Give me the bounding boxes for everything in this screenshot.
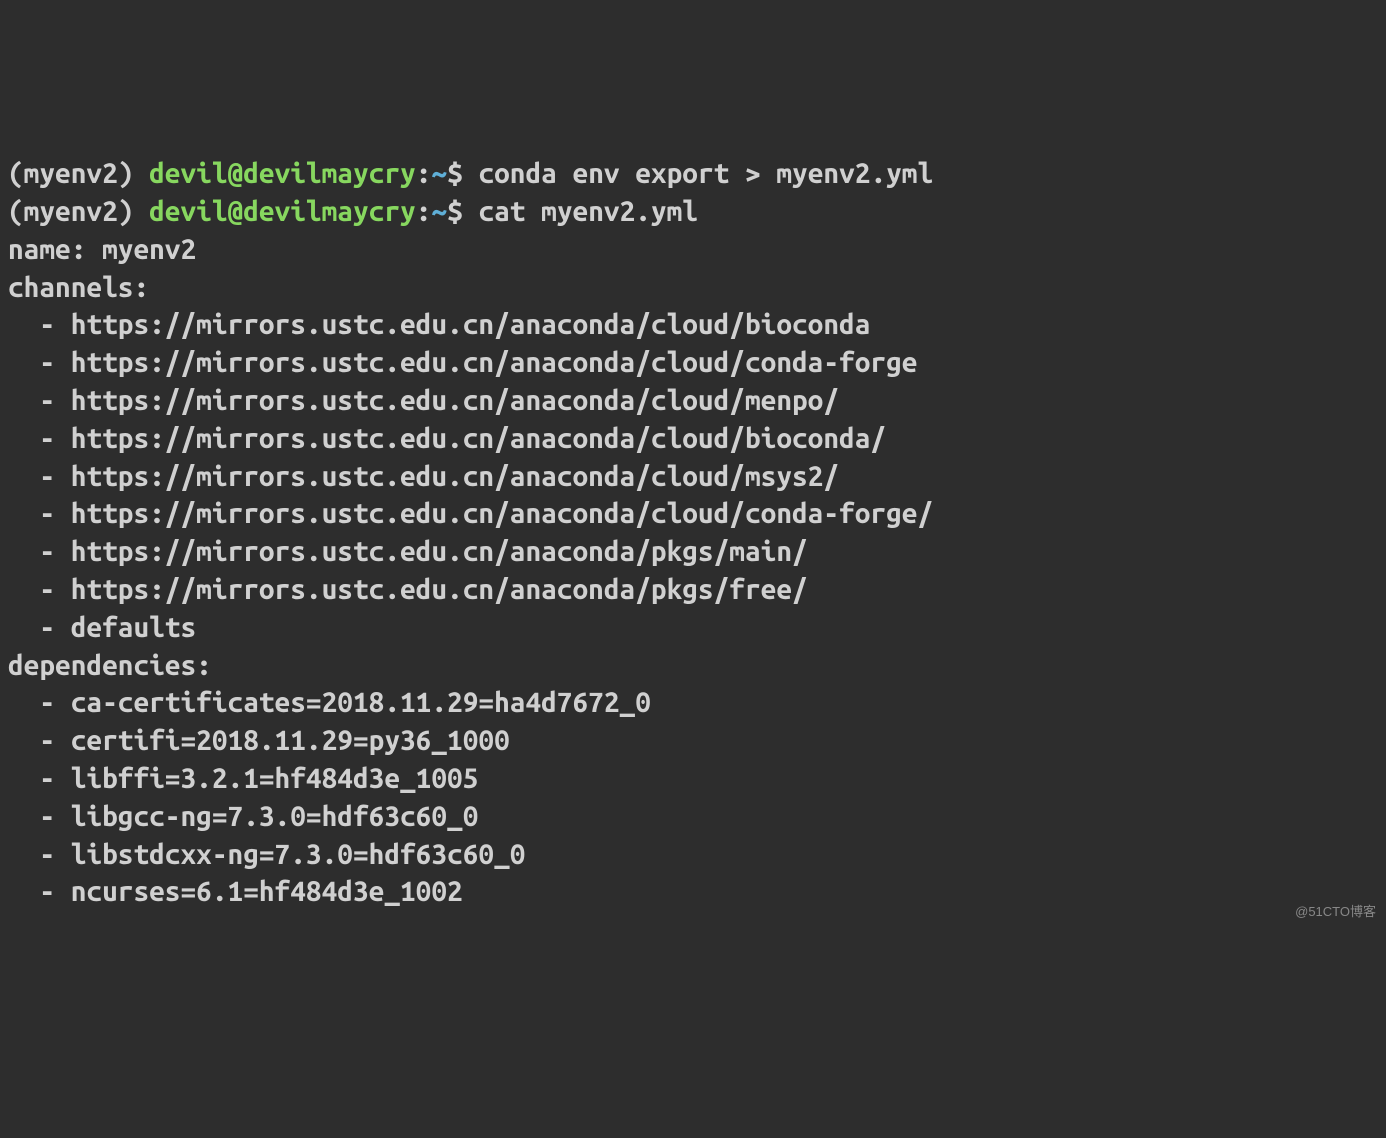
- output-text: - certifi=2018.11.29=py36_1000: [8, 725, 510, 756]
- output-line: - https://mirrors.ustc.edu.cn/anaconda/c…: [8, 306, 1378, 344]
- output-text: dependencies:: [8, 650, 212, 681]
- output-line: dependencies:: [8, 647, 1378, 685]
- output-text: - https://mirrors.ustc.edu.cn/anaconda/c…: [8, 498, 933, 529]
- output-line: - https://mirrors.ustc.edu.cn/anaconda/c…: [8, 495, 1378, 533]
- output-line: - https://mirrors.ustc.edu.cn/anaconda/c…: [8, 382, 1378, 420]
- prompt-dollar: $: [447, 158, 478, 189]
- output-line: - ca-certificates=2018.11.29=ha4d7672_0: [8, 684, 1378, 722]
- output-text: - ca-certificates=2018.11.29=ha4d7672_0: [8, 687, 651, 718]
- watermark-text: @51CTO博客: [1295, 903, 1376, 921]
- output-text: - https://mirrors.ustc.edu.cn/anaconda/c…: [8, 385, 839, 416]
- output-line: - https://mirrors.ustc.edu.cn/anaconda/p…: [8, 571, 1378, 609]
- output-text: - defaults: [8, 612, 196, 643]
- output-text: - libstdcxx-ng=7.3.0=hdf63c60_0: [8, 839, 525, 870]
- output-text: - libffi=3.2.1=hf484d3e_1005: [8, 763, 478, 794]
- prompt-colon: :: [416, 196, 432, 227]
- output-text: - https://mirrors.ustc.edu.cn/anaconda/c…: [8, 423, 886, 454]
- path-label: ~: [431, 158, 447, 189]
- prompt-line: (myenv2) devil@devilmaycry:~$ cat myenv2…: [8, 193, 1378, 231]
- output-text: name: myenv2: [8, 234, 196, 265]
- command-text: cat myenv2.yml: [478, 196, 698, 227]
- output-line: - libffi=3.2.1=hf484d3e_1005: [8, 760, 1378, 798]
- command-text: conda env export > myenv2.yml: [478, 158, 933, 189]
- prompt-colon: :: [416, 158, 432, 189]
- output-line: - ncurses=6.1=hf484d3e_1002: [8, 873, 1378, 911]
- terminal-output[interactable]: (myenv2) devil@devilmaycry:~$ conda env …: [8, 155, 1378, 911]
- output-line: - https://mirrors.ustc.edu.cn/anaconda/c…: [8, 458, 1378, 496]
- env-label: (myenv2): [8, 158, 149, 189]
- output-text: - https://mirrors.ustc.edu.cn/anaconda/p…: [8, 574, 808, 605]
- path-label: ~: [431, 196, 447, 227]
- user-host: devil@devilmaycry: [149, 196, 416, 227]
- output-text: - https://mirrors.ustc.edu.cn/anaconda/p…: [8, 536, 808, 567]
- output-line: - libgcc-ng=7.3.0=hdf63c60_0: [8, 798, 1378, 836]
- output-text: - https://mirrors.ustc.edu.cn/anaconda/c…: [8, 309, 870, 340]
- prompt-line: (myenv2) devil@devilmaycry:~$ conda env …: [8, 155, 1378, 193]
- user-host: devil@devilmaycry: [149, 158, 416, 189]
- prompt-dollar: $: [447, 196, 478, 227]
- output-text: - libgcc-ng=7.3.0=hdf63c60_0: [8, 801, 478, 832]
- output-text: - https://mirrors.ustc.edu.cn/anaconda/c…: [8, 347, 917, 378]
- output-line: - https://mirrors.ustc.edu.cn/anaconda/p…: [8, 533, 1378, 571]
- output-line: - certifi=2018.11.29=py36_1000: [8, 722, 1378, 760]
- output-line: - https://mirrors.ustc.edu.cn/anaconda/c…: [8, 344, 1378, 382]
- output-line: - libstdcxx-ng=7.3.0=hdf63c60_0: [8, 836, 1378, 874]
- output-line: - defaults: [8, 609, 1378, 647]
- env-label: (myenv2): [8, 196, 149, 227]
- output-text: - ncurses=6.1=hf484d3e_1002: [8, 876, 463, 907]
- output-text: channels:: [8, 272, 149, 303]
- output-line: name: myenv2: [8, 231, 1378, 269]
- output-line: channels:: [8, 269, 1378, 307]
- output-line: - https://mirrors.ustc.edu.cn/anaconda/c…: [8, 420, 1378, 458]
- output-text: - https://mirrors.ustc.edu.cn/anaconda/c…: [8, 461, 839, 492]
